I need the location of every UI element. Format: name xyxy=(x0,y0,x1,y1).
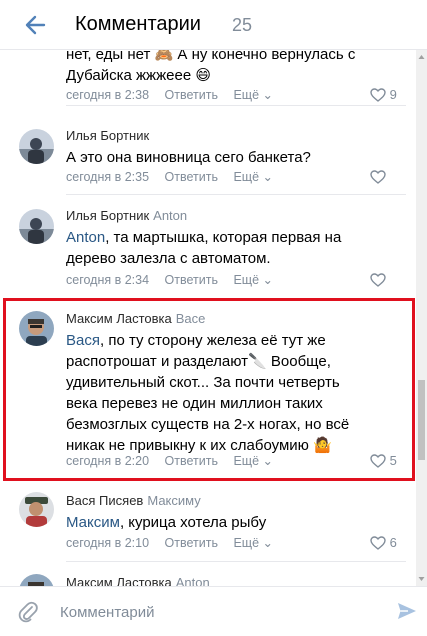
comments-feed: нет, еды нет 🙈 А ну конечно вернулась с … xyxy=(0,50,416,586)
author-name: Максим Ластовка xyxy=(66,575,172,586)
heart-icon xyxy=(370,273,386,287)
comment-author[interactable]: Илья Бортник xyxy=(66,128,149,143)
comment-item: Илья Бортник Anton Anton, та мартышка, ко… xyxy=(0,195,416,297)
comment-text: нет, еды нет 🙈 А ну конечно вернулась с … xyxy=(66,50,356,84)
more-label: Ещё xyxy=(233,170,260,184)
like-count: 6 xyxy=(389,535,397,550)
reply-button[interactable]: Ответить xyxy=(165,88,218,102)
comment-meta: сегодня в 2:35 Ответить Ещё ⌄ xyxy=(66,169,285,184)
heart-icon xyxy=(370,454,386,468)
author-name: Вася Писяев xyxy=(66,493,144,508)
send-icon[interactable] xyxy=(396,600,418,622)
like-count: 5 xyxy=(389,453,397,468)
user-photo xyxy=(19,129,54,164)
comment-meta: сегодня в 2:38 Ответить Ещё ⌄ xyxy=(66,87,285,102)
reply-button[interactable]: Ответить xyxy=(165,170,218,184)
scrollbar[interactable] xyxy=(416,50,427,586)
header: Комментарии 25 xyxy=(0,0,427,50)
author-name: Илья Бортник xyxy=(66,208,150,223)
more-button[interactable]: Ещё ⌄ xyxy=(233,536,273,550)
more-button[interactable]: Ещё ⌄ xyxy=(233,170,273,184)
avatar[interactable] xyxy=(19,492,54,527)
comment-author[interactable]: Илья Бортник Anton xyxy=(66,208,187,223)
user-photo xyxy=(19,311,54,346)
like-button[interactable] xyxy=(370,272,386,287)
paperclip-icon[interactable] xyxy=(17,599,39,625)
like-button[interactable] xyxy=(370,169,386,184)
more-label: Ещё xyxy=(233,454,260,468)
comment-item: Илья Бортник А это она виновница сего ба… xyxy=(0,115,416,195)
reply-to-name[interactable]: Anton xyxy=(153,208,187,223)
comment-composer xyxy=(0,586,427,636)
comment-text: А это она виновница сего банкета? xyxy=(66,149,311,166)
comment-time[interactable]: сегодня в 2:38 xyxy=(66,88,149,102)
more-button[interactable]: Ещё ⌄ xyxy=(233,273,273,287)
divider xyxy=(66,561,406,562)
back-arrow-icon[interactable] xyxy=(20,10,50,40)
reply-button[interactable]: Ответить xyxy=(165,273,218,287)
comments-count: 25 xyxy=(232,15,253,35)
comment-time[interactable]: сегодня в 2:10 xyxy=(66,536,149,550)
author-name: Илья Бортник xyxy=(66,128,150,143)
like-button[interactable]: 9 xyxy=(370,87,397,102)
comment-meta: сегодня в 2:34 Ответить Ещё ⌄ xyxy=(66,272,285,287)
chevron-down-icon: ⌄ xyxy=(262,88,273,102)
scroll-up-icon[interactable] xyxy=(416,50,427,64)
scroll-down-icon[interactable] xyxy=(416,572,427,586)
avatar[interactable] xyxy=(19,574,54,586)
reply-to-name[interactable]: Anton xyxy=(176,575,210,586)
comment-body: , по ту сторону железа её тут же распотр… xyxy=(66,332,350,454)
comment-input[interactable] xyxy=(60,599,380,625)
chevron-down-icon: ⌄ xyxy=(262,454,273,468)
comment-text: Максим, курица хотела рыбу xyxy=(66,512,366,533)
mention-link[interactable]: Максим xyxy=(66,514,120,531)
reply-button[interactable]: Ответить xyxy=(165,454,218,468)
user-photo xyxy=(19,574,54,586)
more-label: Ещё xyxy=(233,536,260,550)
avatar[interactable] xyxy=(19,129,54,164)
heart-icon xyxy=(370,536,386,550)
user-photo xyxy=(19,492,54,527)
comment-time[interactable]: сегодня в 2:35 xyxy=(66,170,149,184)
avatar[interactable] xyxy=(19,311,54,346)
comment-author[interactable]: Максим Ластовка Anton xyxy=(66,575,210,586)
scroll-thumb[interactable] xyxy=(418,380,425,460)
comment-time[interactable]: сегодня в 2:20 xyxy=(66,454,149,468)
chevron-down-icon: ⌄ xyxy=(262,273,273,287)
author-name: Максим Ластовка xyxy=(66,311,172,326)
comment-item: Максим Ластовка Anton xyxy=(0,570,416,586)
like-count: 9 xyxy=(389,87,397,102)
comment-item: нет, еды нет 🙈 А ну конечно вернулась с … xyxy=(0,50,416,106)
more-label: Ещё xyxy=(233,88,260,102)
heart-icon xyxy=(370,88,386,102)
comment-time[interactable]: сегодня в 2:34 xyxy=(66,273,149,287)
mention-link[interactable]: Anton xyxy=(66,229,105,246)
chevron-down-icon: ⌄ xyxy=(262,536,273,550)
divider xyxy=(66,105,406,106)
reply-to-name[interactable]: Васе xyxy=(176,311,206,326)
heart-icon xyxy=(370,170,386,184)
comment-author[interactable]: Вася Писяев Максиму xyxy=(66,493,201,508)
comment-text: Вася, по ту сторону железа её тут же рас… xyxy=(66,330,356,456)
mention-link[interactable]: Вася xyxy=(66,332,100,349)
reply-to-name[interactable]: Максиму xyxy=(147,493,200,508)
page-title: Комментарии xyxy=(75,13,201,35)
like-button[interactable]: 6 xyxy=(370,535,397,550)
user-photo xyxy=(19,209,54,244)
comment-meta: сегодня в 2:10 Ответить Ещё ⌄ xyxy=(66,535,285,550)
comment-item: Максим Ластовка Васе Вася, по ту сторону … xyxy=(0,301,416,481)
more-button[interactable]: Ещё ⌄ xyxy=(233,88,273,102)
comment-item: Вася Писяев Максиму Максим, курица хотела… xyxy=(0,487,416,567)
more-button[interactable]: Ещё ⌄ xyxy=(233,454,273,468)
comment-body: , курица хотела рыбу xyxy=(119,514,267,531)
more-label: Ещё xyxy=(233,273,260,287)
comment-text: Anton, та мартышка, которая первая на де… xyxy=(66,227,356,269)
reply-button[interactable]: Ответить xyxy=(165,536,218,550)
chevron-down-icon: ⌄ xyxy=(262,170,273,184)
comment-author[interactable]: Максим Ластовка Васе xyxy=(66,311,205,326)
comment-meta: сегодня в 2:20 Ответить Ещё ⌄ xyxy=(66,453,285,468)
like-button[interactable]: 5 xyxy=(370,453,397,468)
comment-body: , та мартышка, которая первая на дерево … xyxy=(66,229,342,267)
avatar[interactable] xyxy=(19,209,54,244)
